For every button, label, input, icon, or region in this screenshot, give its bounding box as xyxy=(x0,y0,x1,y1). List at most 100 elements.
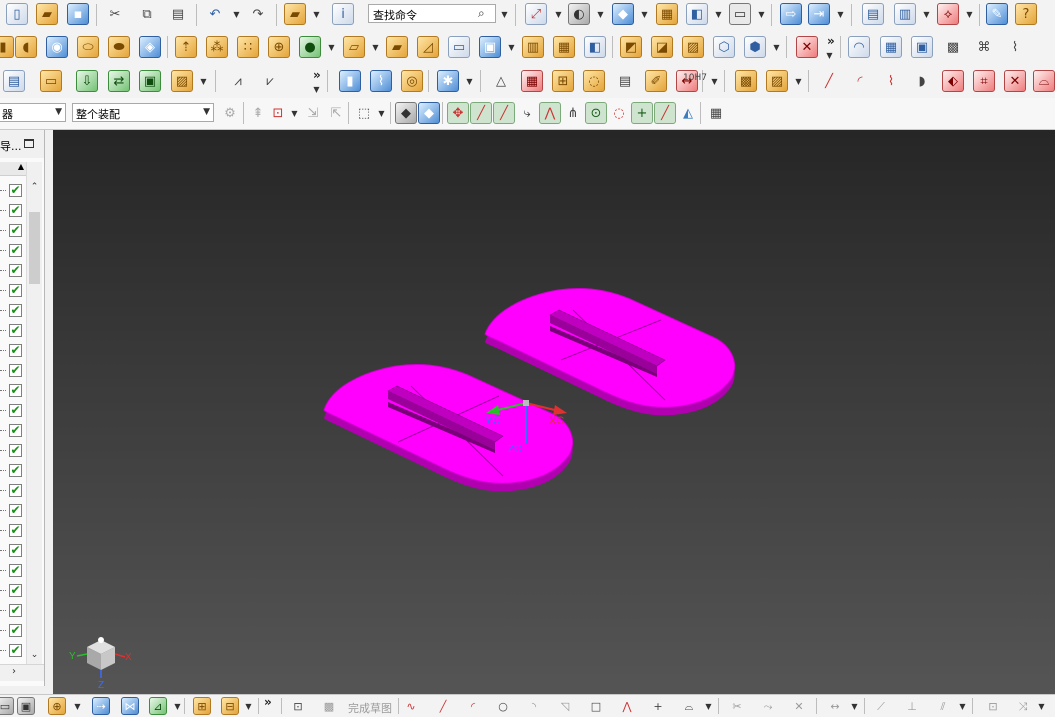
snap-existing-point-icon[interactable]: + xyxy=(631,102,653,124)
explode-icon[interactable]: ⊟ xyxy=(221,697,239,715)
drawing-view-icon[interactable]: ▥ xyxy=(894,3,916,25)
extend-curve-icon[interactable]: ⤳ xyxy=(759,697,777,715)
fit-tolerance-dropdown-icon[interactable]: ▼ xyxy=(711,70,718,92)
assembly-constraint-dropdown-icon[interactable]: ▼ xyxy=(837,3,844,25)
render-style-icon[interactable]: ◐ xyxy=(568,3,590,25)
make-corner-icon[interactable]: ✕ xyxy=(790,697,808,715)
constraint-dropdown-icon[interactable]: ▼ xyxy=(174,697,181,715)
layer-settings-icon[interactable]: ▦ xyxy=(656,3,678,25)
grid-point-icon[interactable]: ⊞ xyxy=(552,70,574,92)
sheet-metal-bend-icon[interactable]: ⩘ xyxy=(227,70,249,92)
triangle-icon[interactable]: △ xyxy=(490,70,512,92)
make-unique-icon[interactable]: ▣ xyxy=(139,70,161,92)
snap-on-face-icon[interactable]: ◭ xyxy=(677,102,699,124)
component-filter-icon[interactable]: ⚙ xyxy=(219,102,241,124)
undo-icon[interactable]: ↶ xyxy=(204,3,226,25)
draft-icon[interactable]: ◿ xyxy=(417,36,439,58)
combine-icon[interactable]: ⊕ xyxy=(268,36,290,58)
orient-view-icon[interactable]: ◆ xyxy=(612,3,634,25)
sketch-point-icon[interactable]: + xyxy=(649,697,667,715)
visibility-checkbox[interactable]: ✔ xyxy=(9,404,22,417)
face-blend-icon[interactable]: ▨ xyxy=(682,36,704,58)
upper-level-icon[interactable]: ⇞ xyxy=(247,102,269,124)
more-commands-2-dropdown-icon[interactable]: ▼ xyxy=(313,78,320,100)
edge-blend-icon[interactable]: ◩ xyxy=(620,36,642,58)
open-recent-icon[interactable]: ▰ xyxy=(284,3,306,25)
sketch-task-icon[interactable]: ▣ xyxy=(17,697,35,715)
scroll-right-icon[interactable]: › xyxy=(12,666,16,677)
snap-control-point-icon[interactable]: ⋀ xyxy=(539,102,561,124)
part-attributes-icon[interactable]: ▭ xyxy=(40,70,62,92)
sketch-rectangle-icon[interactable]: □ xyxy=(587,697,605,715)
law-extension-icon[interactable]: ⌇ xyxy=(1004,36,1026,58)
general-select-icon[interactable]: ⊡ xyxy=(267,102,289,124)
assembly-sequence-dropdown-icon[interactable]: ▼ xyxy=(795,70,802,92)
visibility-checkbox[interactable]: ✔ xyxy=(9,244,22,257)
undo-dropdown-icon[interactable]: ▼ xyxy=(233,3,240,25)
sketch-line-icon[interactable]: ╱ xyxy=(434,697,452,715)
visibility-checkbox[interactable]: ✔ xyxy=(9,324,22,337)
shell-icon[interactable]: ▭ xyxy=(448,36,470,58)
offset-face-icon[interactable]: ⇡ xyxy=(175,36,197,58)
sketch-offset-dropdown-icon[interactable]: ▼ xyxy=(705,697,712,715)
command-finder-icon[interactable]: i xyxy=(332,3,354,25)
alternate-solution-icon[interactable]: ⤨ xyxy=(1014,697,1032,715)
assembly-constraint-icon[interactable]: ⇥ xyxy=(808,3,830,25)
help-icon[interactable]: ? xyxy=(1015,3,1037,25)
spring-icon[interactable]: ⌇ xyxy=(370,70,392,92)
navigator-horizontal-scrollbar[interactable]: › xyxy=(0,664,44,681)
offset-curve-icon[interactable]: ⌗ xyxy=(973,70,995,92)
swept-icon[interactable]: ⬢ xyxy=(744,36,766,58)
save-icon[interactable]: ▪ xyxy=(67,3,89,25)
curve-shape-icon[interactable]: ◗ xyxy=(911,70,933,92)
background-icon[interactable]: ▭ xyxy=(729,3,751,25)
hole-icon[interactable]: ◉ xyxy=(46,36,68,58)
replace-component-icon[interactable]: ⇄ xyxy=(108,70,130,92)
studio-spline-icon[interactable]: ⌇ xyxy=(880,70,902,92)
tools-icon[interactable]: ✎ xyxy=(986,3,1008,25)
bearing-icon[interactable]: ◎ xyxy=(401,70,423,92)
clip-section-dropdown-icon[interactable]: ▼ xyxy=(715,3,722,25)
visibility-checkbox[interactable]: ✔ xyxy=(9,304,22,317)
snap-on-curve-icon[interactable]: ╱ xyxy=(654,102,676,124)
drawing-sheet-icon[interactable]: ▤ xyxy=(862,3,884,25)
sequence-icon[interactable]: ⊞ xyxy=(193,697,211,715)
show-hide-icon[interactable]: ◆ xyxy=(395,102,417,124)
explode-dropdown-icon[interactable]: ▼ xyxy=(245,697,252,715)
cylinder-part-icon[interactable]: ▮ xyxy=(339,70,361,92)
view-triad[interactable]: X Y Z xyxy=(69,637,132,691)
rectangle-select-dropdown-icon[interactable]: ▼ xyxy=(378,102,385,124)
assembly-sequence-icon[interactable]: ▨ xyxy=(766,70,788,92)
sketch-icon[interactable]: ▭ xyxy=(0,697,14,715)
brush-icon[interactable]: ✐ xyxy=(645,70,667,92)
pattern-icon[interactable]: ⁂ xyxy=(206,36,228,58)
auto-constrain-icon[interactable]: ⫽ xyxy=(934,697,952,715)
assembly-scope-select[interactable]: 整个装配 ▼ xyxy=(72,103,214,122)
mirror-icon[interactable]: ⋈ xyxy=(121,697,139,715)
new-file-icon[interactable]: ▯ xyxy=(6,3,28,25)
gear-icon[interactable]: ✱ xyxy=(437,70,459,92)
sketch-chamfer-icon[interactable]: ◹ xyxy=(556,697,574,715)
symbol-annotation-dropdown-icon[interactable]: ▼ xyxy=(200,70,207,92)
background-dropdown-icon[interactable]: ▼ xyxy=(758,3,765,25)
trim-curve-icon[interactable]: ✂ xyxy=(728,697,746,715)
rectangle-select-icon[interactable]: ⬚ xyxy=(353,102,375,124)
analysis-icon[interactable]: ⟡ xyxy=(937,3,959,25)
trim-body-dropdown-icon[interactable]: ▼ xyxy=(372,36,379,58)
visibility-checkbox[interactable]: ✔ xyxy=(9,484,22,497)
visibility-checkbox[interactable]: ✔ xyxy=(9,544,22,557)
isoparametric-curve-icon[interactable]: ⌓ xyxy=(1033,70,1055,92)
sew-icon[interactable]: ▦ xyxy=(553,36,575,58)
snap-quadrant-icon[interactable]: ◌ xyxy=(608,102,630,124)
show-constraints-icon[interactable]: ⊥ xyxy=(903,697,921,715)
gear-dropdown-icon[interactable]: ▼ xyxy=(466,70,473,92)
alternate-solution-dropdown-icon[interactable]: ▼ xyxy=(1038,697,1045,715)
search-dropdown-icon[interactable]: ▼ xyxy=(501,3,508,25)
pad-icon[interactable]: ◈ xyxy=(139,36,161,58)
sketch-arc-icon[interactable]: ◜ xyxy=(464,697,482,715)
line-icon[interactable]: ╱ xyxy=(818,70,840,92)
open-recent-dropdown-icon[interactable]: ▼ xyxy=(313,3,320,25)
redo-icon[interactable]: ↷ xyxy=(247,3,269,25)
table-icon[interactable]: ▦ xyxy=(521,70,543,92)
datum-plane-dropdown-icon[interactable]: ▼ xyxy=(508,36,515,58)
